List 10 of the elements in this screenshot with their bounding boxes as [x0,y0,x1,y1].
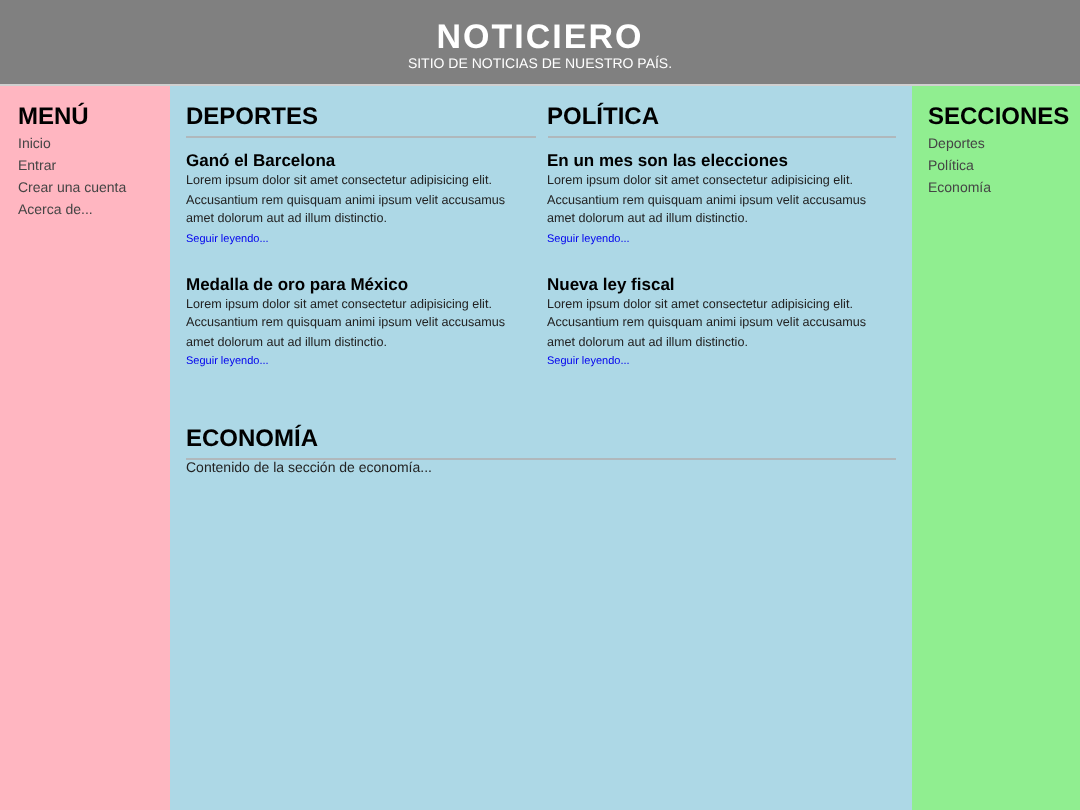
section-title: ECONOMÍA [186,424,896,460]
article-title: En un mes son las elecciones [547,150,790,172]
section-title: DEPORTES [186,102,535,138]
sections-title: SECCIONES [928,102,1064,130]
article-title: Nueva ley fiscal [547,273,677,295]
section-title: POLÍTICA [547,102,896,138]
menu-title: MENÚ [18,102,91,130]
article-title: Medalla de oro para México [186,273,411,295]
site-title: NOTICIERO [436,19,644,55]
article-title: Ganó el Barcelona [186,150,338,172]
